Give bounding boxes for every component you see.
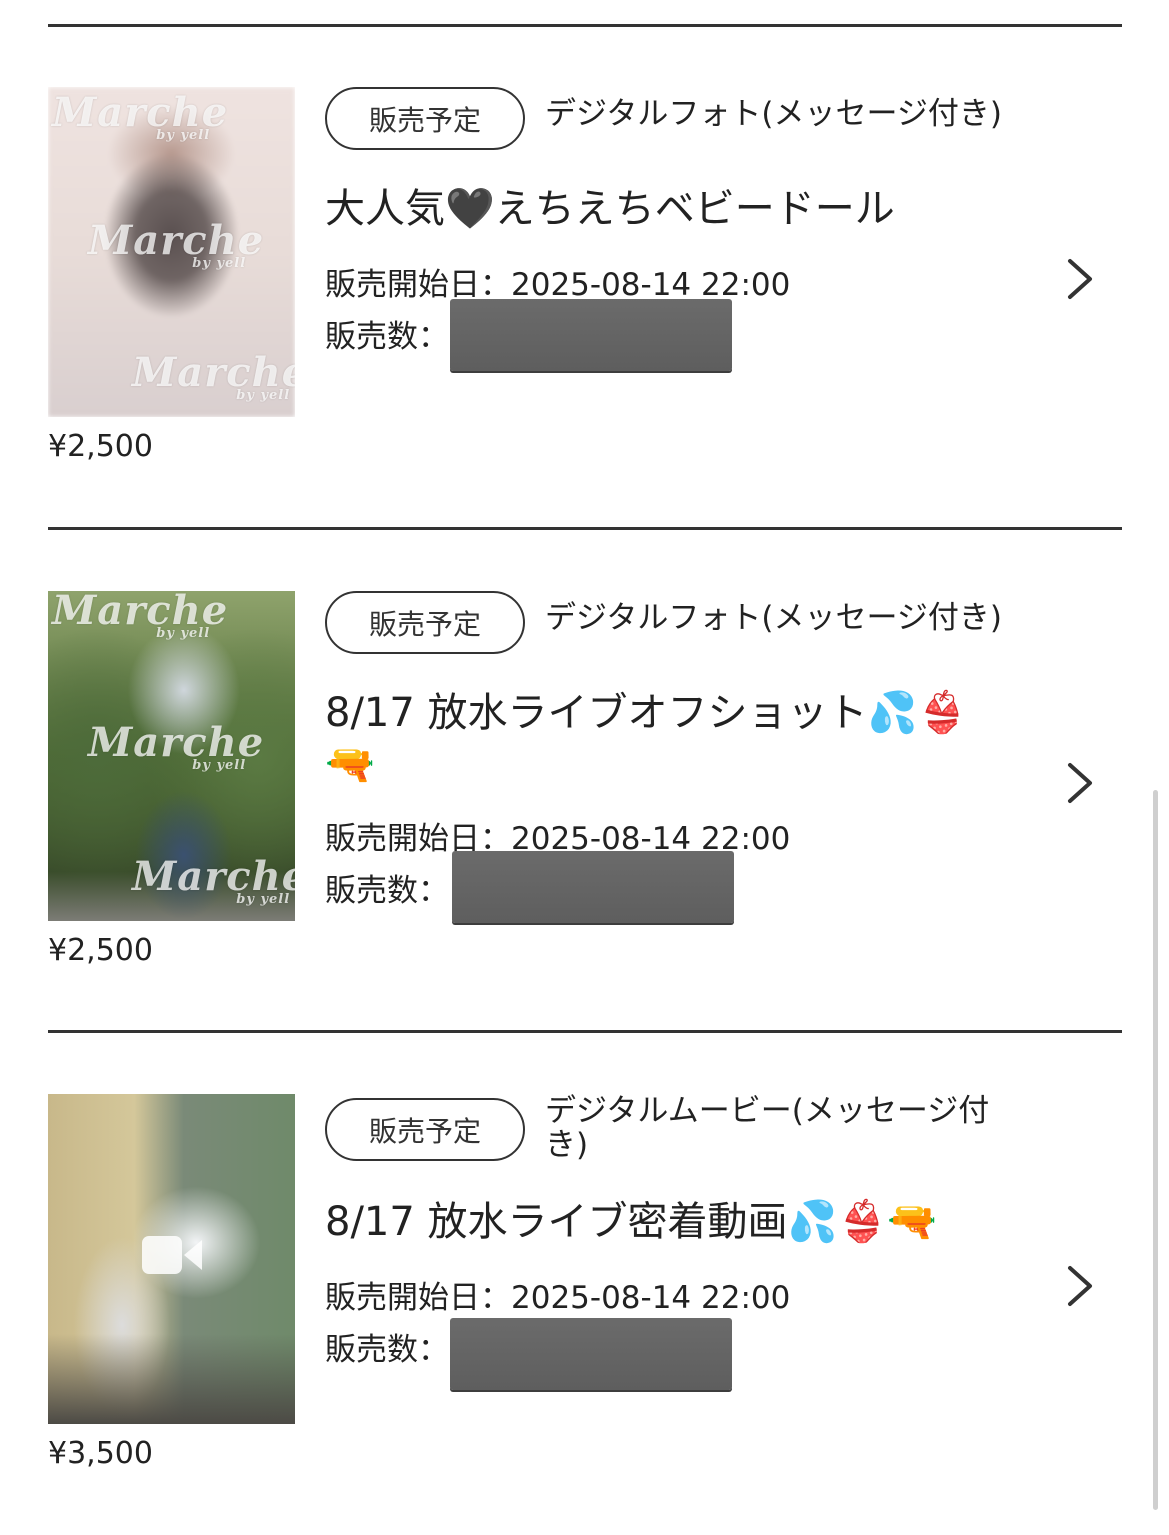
sale-count-label: 販売数： — [325, 873, 449, 909]
watermark: Marche by yell — [132, 853, 295, 907]
product-thumbnail[interactable]: Marche by yell Marche by yell Marche by yel… — [48, 591, 295, 921]
redaction-box — [450, 299, 732, 371]
video-camera-icon — [142, 1236, 202, 1274]
product-thumbnail[interactable]: Marche by yell Marche by yell Marche by yel… — [48, 87, 295, 417]
watermark: Marche by yell — [52, 591, 229, 641]
product-item-1[interactable]: Marche by yell Marche by yell Marche by yel… — [0, 87, 1169, 567]
chevron-right-icon[interactable] — [1062, 1264, 1096, 1308]
product-type: デジタルフォト(メッセージ付き) — [545, 600, 1002, 636]
product-title: 大人気🖤えちえちベビードール — [325, 186, 895, 232]
chevron-right-icon[interactable] — [1062, 257, 1096, 301]
product-price: ¥2,500 — [48, 429, 153, 464]
watermark: Marche by yell — [88, 719, 265, 773]
product-price: ¥2,500 — [48, 933, 153, 968]
divider — [48, 527, 1122, 530]
status-badge: 販売予定 — [325, 591, 525, 654]
product-type: デジタルムービー(メッセージ付き) — [545, 1093, 990, 1163]
status-badge: 販売予定 — [325, 1098, 525, 1161]
status-badge: 販売予定 — [325, 87, 525, 150]
watermark: Marche by yell — [52, 89, 229, 143]
product-list-page: Marche by yell Marche by yell Marche by yel… — [0, 0, 1169, 1535]
product-thumbnail[interactable] — [48, 1094, 295, 1424]
sale-count-label: 販売数： — [325, 1332, 449, 1368]
chevron-right-icon[interactable] — [1062, 761, 1096, 805]
sale-start-date: 販売開始日：2025-08-14 22:00 — [325, 1280, 791, 1316]
sale-count-label: 販売数： — [325, 319, 449, 355]
divider — [48, 1030, 1122, 1033]
product-title: 8/17 放水ライブ密着動画💦👙🔫 — [325, 1199, 937, 1245]
product-type: デジタルフォト(メッセージ付き) — [545, 96, 1002, 132]
scrollbar[interactable] — [1153, 790, 1158, 1510]
watermark: Marche by yell — [132, 349, 295, 403]
redaction-box — [450, 1318, 732, 1390]
divider — [48, 24, 1122, 27]
watermark: Marche by yell — [88, 217, 265, 271]
redaction-box — [452, 851, 734, 923]
product-item-3[interactable]: ¥3,500 販売予定 デジタルムービー(メッセージ付き) 8/17 放水ライブ… — [0, 1094, 1169, 1535]
sale-start-date: 販売開始日：2025-08-14 22:00 — [325, 267, 791, 303]
product-title: 8/17 放水ライブオフショット💦👙🔫 — [325, 690, 968, 788]
product-item-2[interactable]: Marche by yell Marche by yell Marche by yel… — [0, 591, 1169, 1071]
product-price: ¥3,500 — [48, 1436, 153, 1471]
